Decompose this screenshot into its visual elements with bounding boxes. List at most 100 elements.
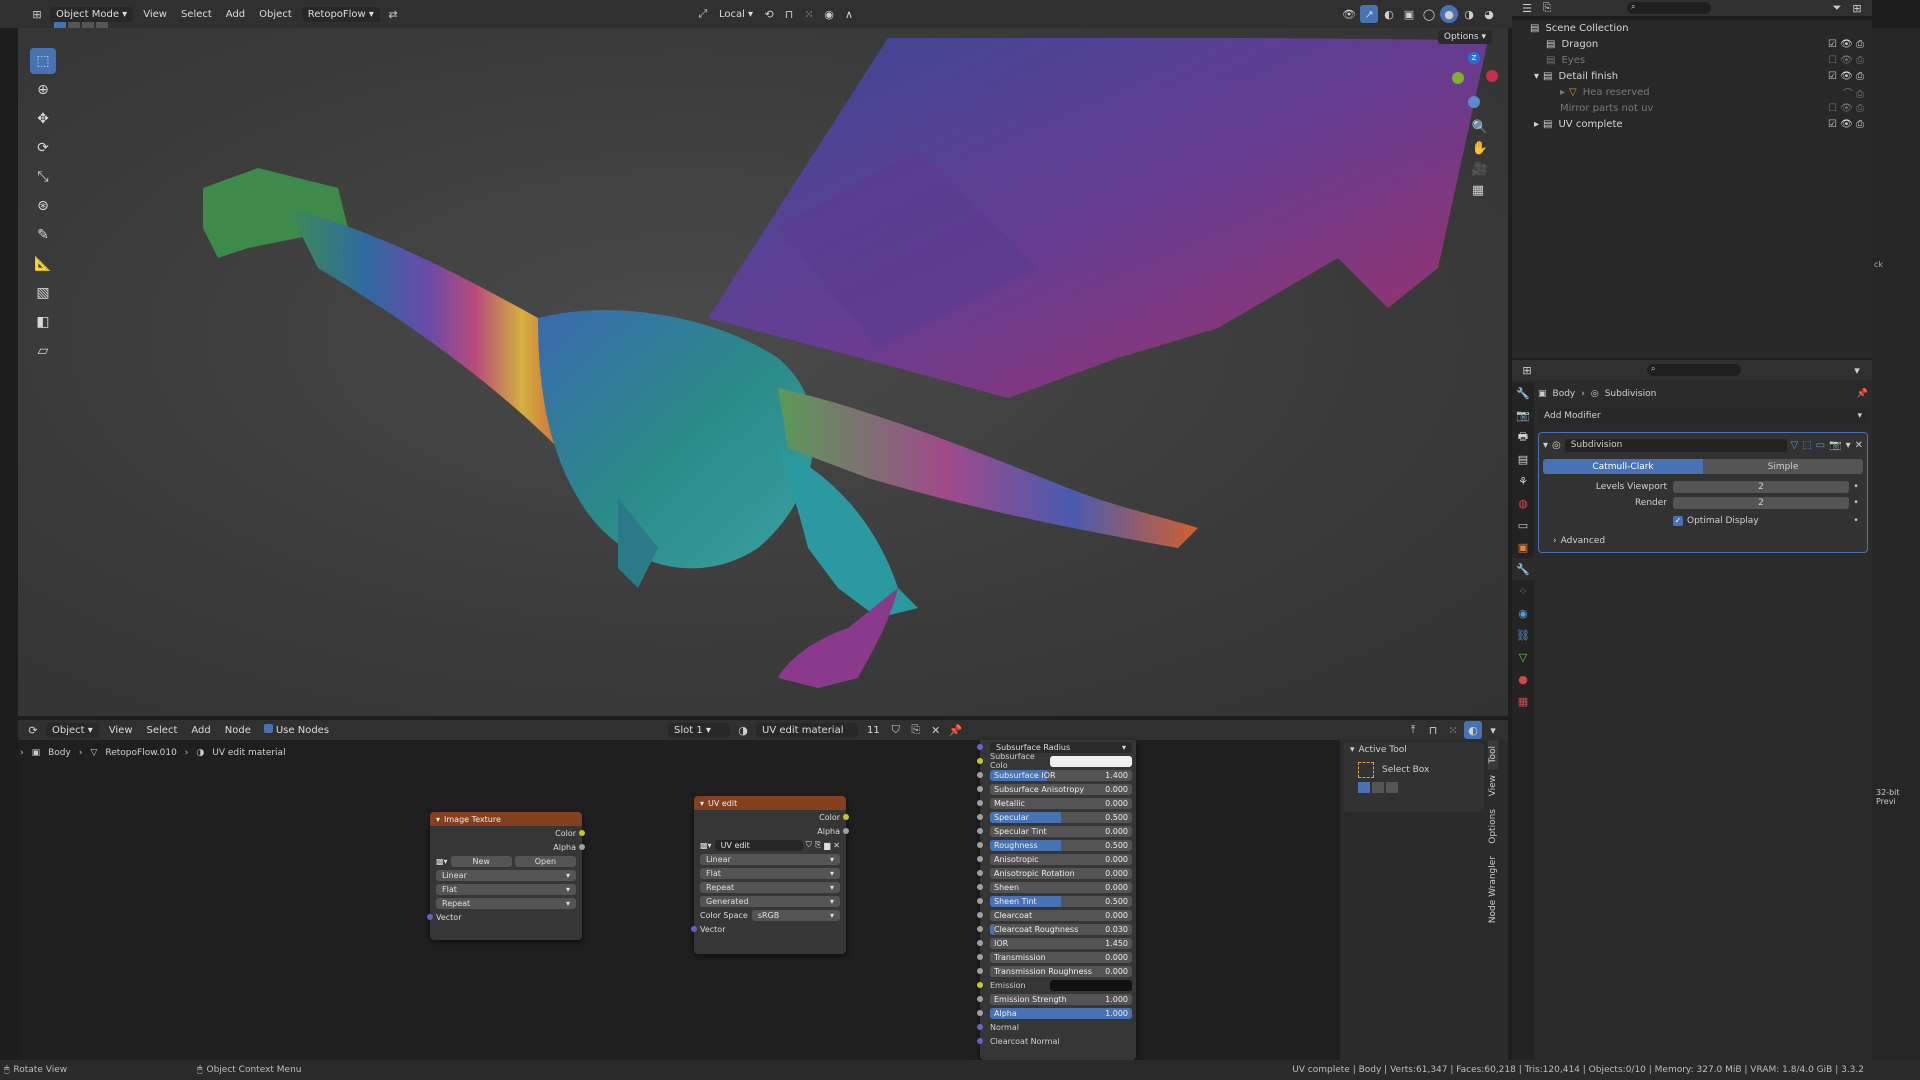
wireframe-shading-icon[interactable]: ◯ bbox=[1420, 5, 1438, 23]
orientation-icon[interactable]: ⤢ bbox=[694, 5, 712, 23]
value-socket[interactable] bbox=[977, 786, 983, 792]
rows2-slider[interactable]: Emission Strength 1.000 bbox=[990, 993, 1132, 1005]
value-socket[interactable] bbox=[977, 940, 983, 946]
value-socket[interactable] bbox=[977, 912, 983, 918]
subsurface-color-swatch[interactable] bbox=[1050, 755, 1132, 767]
close-icon[interactable]: ✕ bbox=[1855, 440, 1863, 451]
pivot-icon[interactable]: ⟲ bbox=[760, 5, 778, 23]
projection-dropdown[interactable]: Flat ▾ bbox=[436, 883, 576, 895]
rows-slider[interactable]: Sheen Tint 0.500 bbox=[990, 895, 1132, 907]
tab-tool[interactable]: Tool bbox=[1488, 740, 1498, 770]
row-toggles[interactable]: ☑ 👁 ⎙ bbox=[1828, 39, 1864, 50]
editor-type-icon[interactable]: ⊞ bbox=[28, 5, 46, 23]
optimal-display-checkbox[interactable]: ✓ bbox=[1673, 516, 1683, 526]
material-shading-icon[interactable]: ◑ bbox=[1460, 5, 1478, 23]
select-extend-icon[interactable] bbox=[1372, 782, 1384, 793]
image-name-field[interactable]: UV edit bbox=[714, 839, 803, 851]
rows-slider[interactable]: Metallic 0.000 bbox=[990, 797, 1132, 809]
shear-icon[interactable]: ▱ bbox=[30, 338, 56, 364]
outliner-row-scene-collection[interactable]: ▤ Scene Collection bbox=[1512, 20, 1872, 36]
extension-dropdown[interactable]: Repeat ▾ bbox=[436, 897, 576, 909]
select-box-icon[interactable]: ⬚ bbox=[30, 48, 56, 74]
object-tab-icon[interactable]: ▣ bbox=[1512, 536, 1534, 558]
outliner-row-uv-complete[interactable]: ▸ ▤ UV complete ☑ 👁 ⎙ bbox=[1512, 116, 1872, 132]
rows-slider[interactable]: Clearcoat 0.000 bbox=[990, 909, 1132, 921]
duplicate-icon[interactable]: ⎘ bbox=[815, 840, 821, 850]
tab-options[interactable]: Options bbox=[1488, 803, 1498, 850]
duplicate-icon[interactable]: ⎘ bbox=[907, 721, 925, 739]
particles-tab-icon[interactable]: ⁘ bbox=[1512, 580, 1534, 602]
rows-slider[interactable]: Anisotropic 0.000 bbox=[990, 853, 1132, 865]
dropdown-icon[interactable]: ▾ bbox=[1846, 440, 1851, 451]
link-icon[interactable]: ⇄ bbox=[384, 5, 402, 23]
constraints-tab-icon[interactable]: ⛓ bbox=[1512, 624, 1534, 646]
collection-tab-icon[interactable]: ▭ bbox=[1512, 514, 1534, 536]
outliner-row-eyes[interactable]: ▤ Eyes ☐ 👁 ⎙ bbox=[1512, 52, 1872, 68]
rows-slider[interactable]: Transmission 0.000 bbox=[990, 951, 1132, 963]
expand-icon[interactable]: ▾ bbox=[1534, 71, 1539, 82]
node-object-dropdown[interactable]: Object ▾ bbox=[46, 722, 99, 738]
pan-hand-icon[interactable]: ✋ bbox=[1472, 141, 1488, 156]
tab-node-wrangler[interactable]: Node Wrangler bbox=[1488, 850, 1498, 929]
outliner-row-mirror-parts[interactable]: Mirror parts not uv ☐ 👁 ⎙ bbox=[1512, 100, 1872, 116]
camera-icon[interactable]: 🎥 bbox=[1472, 162, 1488, 177]
snap-mode-icon[interactable]: ⁙ bbox=[1444, 721, 1462, 739]
cursor-icon[interactable]: ⊕ bbox=[30, 77, 56, 103]
snap-target-icon[interactable]: ⁙ bbox=[800, 5, 818, 23]
rows-slider[interactable]: Clearcoat Roughness 0.030 bbox=[990, 923, 1132, 935]
select-subtract-icon[interactable] bbox=[1386, 782, 1398, 793]
rows-slider[interactable]: Anisotropic Rotation 0.000 bbox=[990, 867, 1132, 879]
menu-object[interactable]: Object bbox=[252, 9, 299, 20]
orientation-dropdown[interactable]: Local ▾ bbox=[713, 9, 759, 20]
viewport-toggle-icon[interactable]: ▭ bbox=[1816, 440, 1825, 451]
dragon-model[interactable] bbox=[18, 28, 1508, 716]
outliner-row-hea-reserved[interactable]: ▸ ▽ Hea reserved ⌒ ⎙ bbox=[1512, 84, 1872, 100]
simple-button[interactable]: Simple bbox=[1703, 459, 1863, 474]
editmode-toggle-icon[interactable]: ▽ bbox=[1791, 440, 1799, 451]
value-socket[interactable] bbox=[977, 828, 983, 834]
image-texture-node[interactable]: ▾ Image Texture Color Alpha ▩▾ New Open … bbox=[427, 812, 585, 940]
rows-slider[interactable]: Specular 0.500 bbox=[990, 811, 1132, 823]
new-image-button[interactable]: New bbox=[450, 855, 512, 867]
render-levels-field[interactable]: 2 bbox=[1673, 497, 1849, 509]
new-collection-icon[interactable]: ⊞ bbox=[1848, 0, 1866, 17]
value-socket[interactable] bbox=[977, 870, 983, 876]
chevron-down-icon[interactable]: ▾ bbox=[1848, 361, 1866, 379]
slot-dropdown[interactable]: Slot 1 ▾ bbox=[668, 722, 731, 738]
node-editor-type-icon[interactable]: ⟳ bbox=[24, 721, 42, 739]
node-editor[interactable]: › ▣ Body › ▽ RetopoFlow.010 › ◑ UV edit … bbox=[18, 740, 1508, 1060]
value-socket[interactable] bbox=[977, 856, 983, 862]
filter-icon[interactable]: ⏷ bbox=[1828, 0, 1846, 17]
outliner-row-detail-finish[interactable]: ▾ ▤ Detail finish ☑ 👁 ⎙ bbox=[1512, 68, 1872, 84]
color-socket[interactable] bbox=[579, 830, 585, 836]
color-socket[interactable] bbox=[843, 814, 849, 820]
row-toggles[interactable]: ☑ 👁 ⎙ bbox=[1828, 119, 1864, 130]
extrude-icon[interactable]: ◧ bbox=[30, 309, 56, 335]
fake-user-icon[interactable]: ⛉ bbox=[887, 721, 905, 739]
principled-bsdf-node[interactable]: Subsurface Radius ▾ Subsurface Colo Subsu… bbox=[977, 740, 1136, 1060]
rows-slider[interactable]: Sheen 0.000 bbox=[990, 881, 1132, 893]
row-toggles[interactable]: ☐ 👁 ⎙ bbox=[1828, 55, 1864, 66]
rows-slider[interactable]: Transmission Roughness 0.000 bbox=[990, 965, 1132, 977]
unlink-icon[interactable]: ✕ bbox=[927, 721, 945, 739]
vector-socket[interactable] bbox=[977, 1038, 983, 1044]
measure-icon[interactable]: 📐 bbox=[30, 251, 56, 277]
render-tab-icon[interactable]: 📷 bbox=[1512, 404, 1534, 426]
interpolation-dropdown[interactable]: Linear ▾ bbox=[700, 853, 840, 865]
rotate-icon[interactable]: ⟳ bbox=[30, 135, 56, 161]
add-modifier-dropdown[interactable]: Add Modifier ▾ bbox=[1538, 408, 1868, 424]
value-socket[interactable] bbox=[977, 1010, 983, 1016]
outliner-row-dragon[interactable]: ▤ Dragon ☑ 👁 ⎙ bbox=[1512, 36, 1872, 52]
row-toggles[interactable]: ☑ 👁 ⎙ bbox=[1828, 71, 1864, 82]
node-menu-select[interactable]: Select bbox=[140, 725, 185, 736]
value-socket[interactable] bbox=[977, 842, 983, 848]
select-box-row[interactable]: Select Box bbox=[1344, 758, 1484, 782]
vector-socket[interactable] bbox=[691, 926, 697, 932]
menu-select[interactable]: Select bbox=[174, 9, 219, 20]
gizmo-icon[interactable]: ↗ bbox=[1360, 5, 1378, 23]
tab-view[interactable]: View bbox=[1488, 769, 1498, 802]
rows-slider[interactable]: Subsurface Anisotropy 0.000 bbox=[990, 783, 1132, 795]
select-new-icon[interactable] bbox=[1358, 782, 1370, 793]
node-title[interactable]: ▾ UV edit bbox=[694, 796, 846, 810]
material-name-field[interactable]: UV edit material bbox=[756, 722, 859, 738]
